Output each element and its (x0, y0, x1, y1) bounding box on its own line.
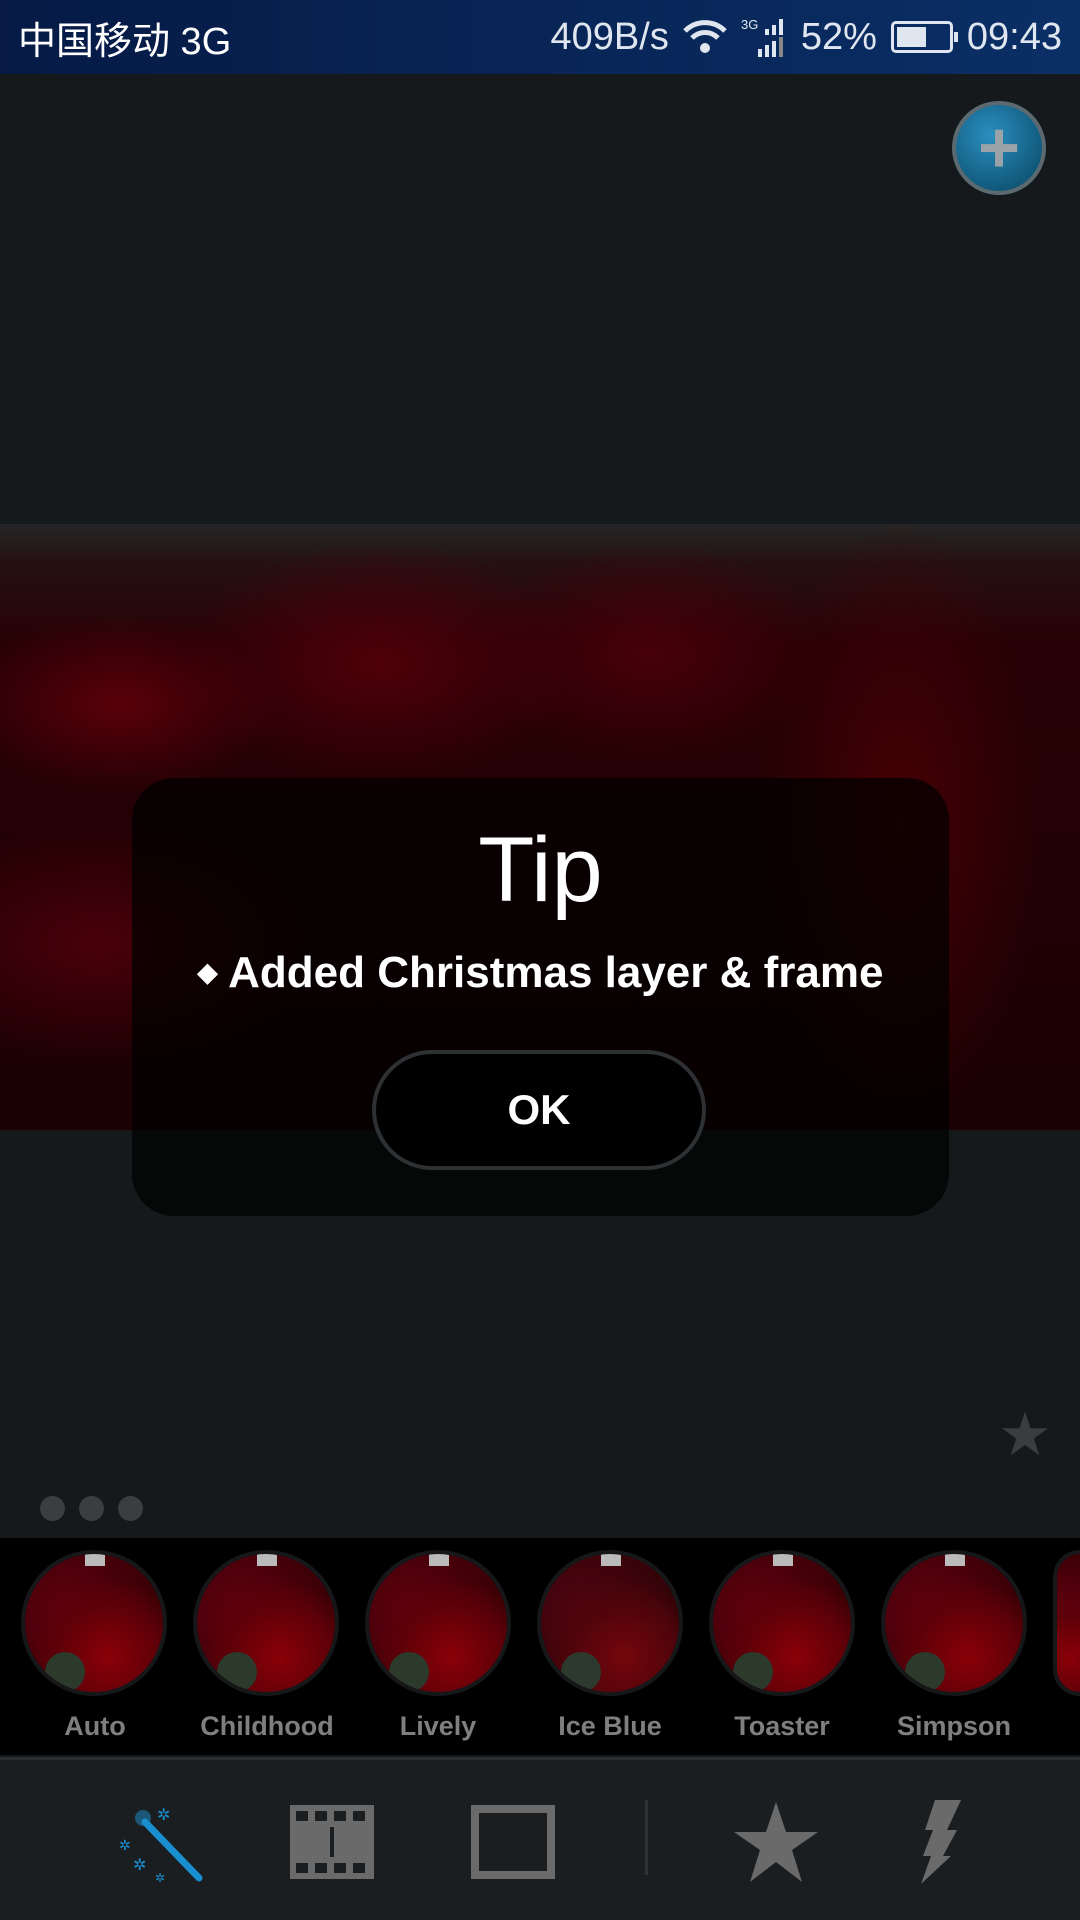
tip-dialog: Tip ◆ Added Christmas layer & frame OK (132, 778, 949, 1216)
filter-label: Simpson (896, 1711, 1011, 1741)
filter-label: Toaster (734, 1711, 830, 1741)
favorite-add-icon[interactable]: ★ (995, 1405, 1055, 1465)
dialog-message-text: Added Christmas layer & frame (228, 948, 884, 997)
dialog-title: Tip (478, 819, 603, 921)
svg-text:✲: ✲ (155, 1871, 165, 1884)
magic-wand-icon[interactable]: ✲ ✲ ✲ ✲ (115, 1800, 205, 1884)
filter-thumb-ice-blue[interactable] (537, 1550, 683, 1696)
filter-thumb-simpson[interactable] (881, 1550, 1027, 1696)
more-options-dots[interactable] (40, 1496, 143, 1521)
svg-text:✲: ✲ (133, 1857, 146, 1874)
dialog-message: ◆ Added Christmas layer & frame (132, 948, 949, 998)
filter-thumb-toaster[interactable] (709, 1550, 855, 1696)
wifi-icon (683, 20, 727, 53)
clock: 09:43 (966, 15, 1062, 58)
toolbar-divider (645, 1800, 648, 1875)
add-button[interactable]: + (952, 101, 1046, 195)
carrier-name: 中国移动 3G (18, 20, 232, 63)
bullet-icon: ◆ (197, 957, 218, 987)
lightning-icon[interactable] (910, 1800, 970, 1884)
network-speed: 409B/s (550, 15, 669, 58)
frame-icon[interactable] (471, 1800, 555, 1884)
filter-strip[interactable]: Auto Childhood Lively Ice Blue Toaster S… (0, 1538, 1080, 1755)
filter-thumb-lively[interactable] (365, 1550, 511, 1696)
battery-percent: 52% (800, 15, 877, 58)
battery-icon (890, 21, 958, 53)
svg-text:✲: ✲ (119, 1837, 131, 1853)
status-bar: 中国移动 3G 409B/s 3G 52% 09:43 (0, 0, 1080, 74)
svg-text:3G: 3G (741, 17, 758, 32)
filter-label: Lively (399, 1711, 477, 1741)
filter-thumb-partial[interactable] (1053, 1550, 1080, 1696)
filter-thumb-auto[interactable] (21, 1550, 167, 1696)
bottom-toolbar: ✲ ✲ ✲ ✲ (0, 1757, 1080, 1920)
filter-label: Auto (64, 1711, 126, 1741)
signal-icon: 3G (741, 17, 783, 57)
filter-thumb-childhood[interactable] (193, 1550, 339, 1696)
filter-label: Childhood (200, 1711, 334, 1741)
film-strip-icon[interactable] (290, 1800, 374, 1884)
svg-text:✲: ✲ (157, 1807, 170, 1824)
ok-button[interactable]: OK (372, 1050, 706, 1170)
star-icon[interactable] (734, 1800, 818, 1884)
filter-label: Ice Blue (558, 1711, 662, 1741)
